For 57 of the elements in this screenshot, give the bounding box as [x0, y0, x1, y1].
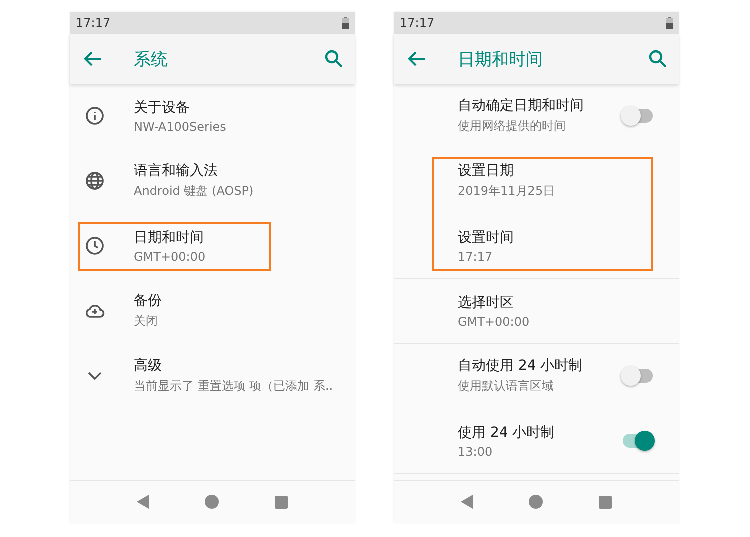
setting-title: 选择时区: [458, 294, 515, 312]
battery-icon: [342, 17, 349, 29]
settings-row[interactable]: 日期和时间 GMT+00:00: [70, 214, 355, 279]
setting-summary: 关闭: [134, 313, 159, 330]
screen-title: 系统: [134, 48, 169, 70]
settings-row[interactable]: 关于设备 NW-A100Series: [70, 84, 355, 149]
setting-title: 日期和时间: [134, 228, 205, 246]
settings-row[interactable]: 自动确定日期和时间 使用网络提供的时间: [394, 84, 679, 149]
settings-row[interactable]: 语言和输入法 Android 键盘 (AOSP): [70, 149, 355, 214]
globe-icon: [85, 171, 105, 191]
settings-row[interactable]: 选择时区 GMT+00:00: [394, 279, 679, 344]
setting-summary: 13:00: [458, 444, 494, 458]
chevron-down-icon: [88, 372, 102, 380]
status-time: 17:17: [76, 16, 111, 30]
setting-summary: GMT+00:00: [134, 250, 207, 264]
setting-title: 高级: [134, 357, 163, 375]
setting-title: 备份: [134, 292, 163, 310]
recents-square-icon[interactable]: [599, 496, 612, 508]
toggle-switch[interactable]: [623, 369, 653, 383]
setting-title: 使用 24 小时制: [458, 424, 556, 442]
settings-row[interactable]: 使用 24 小时制 13:00: [394, 409, 679, 474]
battery-icon: [666, 17, 673, 29]
home-circle-icon[interactable]: [529, 495, 543, 509]
settings-row[interactable]: 高级 当前显示了 重置选项 项（已添加 系..: [70, 344, 355, 409]
setting-title: 设置时间: [458, 228, 515, 246]
setting-summary: GMT+00:00: [458, 314, 531, 328]
setting-summary: 17:17: [458, 250, 494, 264]
screen-title: 日期和时间: [458, 48, 544, 70]
recents-square-icon[interactable]: [275, 496, 288, 508]
search-icon[interactable]: [649, 50, 667, 68]
setting-summary: 使用默认语言区域: [458, 378, 555, 395]
back-arrow-icon[interactable]: [408, 51, 426, 67]
setting-summary: 使用网络提供的时间: [458, 118, 567, 135]
setting-title: 设置日期: [458, 162, 515, 180]
search-icon[interactable]: [325, 50, 343, 68]
back-arrow-icon[interactable]: [84, 51, 102, 67]
toggle-switch[interactable]: [623, 109, 653, 123]
setting-summary: Android 键盘 (AOSP): [134, 183, 255, 200]
setting-summary: NW-A100Series: [134, 120, 228, 134]
setting-title: 自动确定日期和时间: [458, 97, 585, 115]
setting-title: 语言和输入法: [134, 162, 219, 180]
settings-row[interactable]: 设置时间 17:17: [394, 214, 679, 279]
back-triangle-icon[interactable]: [137, 495, 149, 509]
info-icon: [85, 106, 105, 126]
settings-row[interactable]: 设置日期 2019年11月25日: [394, 149, 679, 214]
cloud-upload-icon: [85, 303, 105, 319]
setting-title: 自动使用 24 小时制: [458, 357, 584, 375]
status-time: 17:17: [400, 16, 435, 30]
home-circle-icon[interactable]: [205, 495, 219, 509]
setting-summary: 2019年11月25日: [458, 183, 556, 200]
toggle-switch[interactable]: [623, 434, 653, 448]
settings-row[interactable]: 备份 关闭: [70, 279, 355, 344]
setting-summary: 当前显示了 重置选项 项（已添加 系..: [134, 378, 331, 395]
clock-icon: [85, 236, 105, 256]
back-triangle-icon[interactable]: [461, 495, 473, 509]
setting-title: 关于设备: [134, 98, 191, 116]
settings-row[interactable]: 自动使用 24 小时制 使用默认语言区域: [394, 344, 679, 409]
